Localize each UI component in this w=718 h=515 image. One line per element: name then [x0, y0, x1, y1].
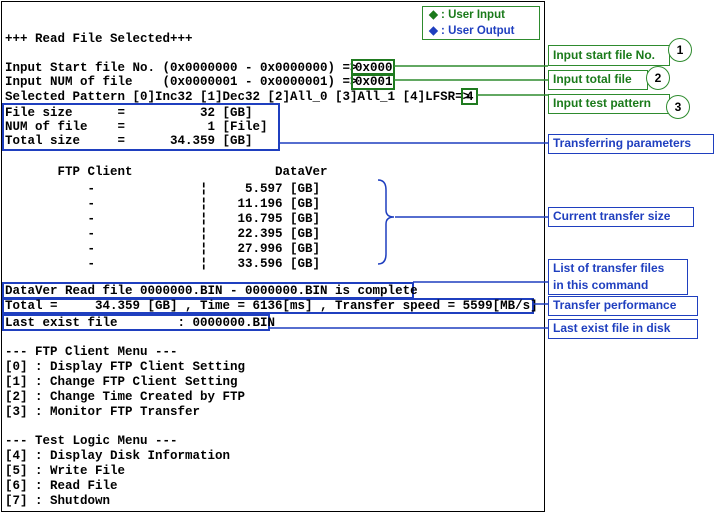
- label-transfer-files-line2: in this command: [553, 278, 649, 292]
- label-current-size: Current transfer size: [548, 207, 694, 227]
- label-transfer-files: List of transfer files in this command: [548, 259, 688, 295]
- circle-3: 3: [666, 95, 690, 119]
- label-start-file: Input start file No.: [548, 45, 670, 66]
- circle-1: 1: [668, 38, 692, 62]
- label-last-file: Last exist file in disk: [548, 319, 698, 339]
- label-total-file: Input total file: [548, 70, 648, 90]
- circle-2: 2: [646, 66, 670, 90]
- label-transfer-perf: Transfer performance: [548, 296, 698, 316]
- label-transfer-files-line1: List of transfer files: [553, 261, 665, 275]
- label-transfer-params: Transferring parameters: [548, 134, 714, 154]
- label-test-pattern: Input test pattern: [548, 94, 670, 114]
